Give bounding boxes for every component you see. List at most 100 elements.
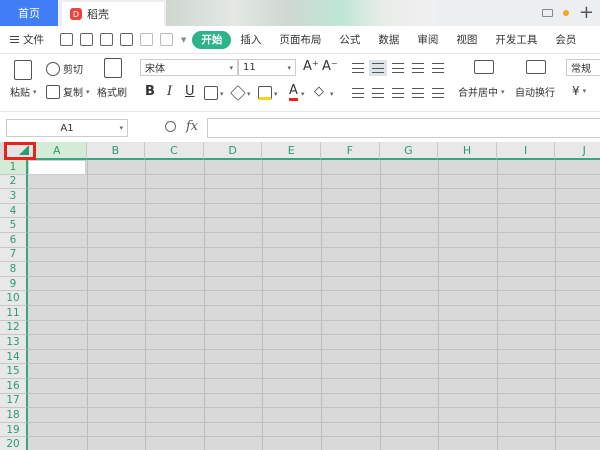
bold-button[interactable]: B (145, 84, 155, 99)
indent-increase-icon[interactable] (432, 63, 444, 73)
italic-button[interactable]: I (167, 84, 172, 99)
column-header-f[interactable]: F (321, 142, 380, 160)
paste-icon[interactable] (14, 60, 32, 80)
column-header-c[interactable]: C (145, 142, 204, 160)
font-color-button[interactable]: A (289, 84, 298, 101)
column-header-b[interactable]: B (86, 142, 146, 160)
column-header-d[interactable]: D (203, 142, 263, 160)
clear-chevron-icon[interactable]: ▾ (330, 90, 334, 98)
distributed-icon[interactable] (432, 88, 444, 98)
format-painter-icon[interactable] (104, 58, 122, 78)
row-header-17[interactable]: 17 (0, 393, 28, 409)
indent-decrease-icon[interactable] (412, 63, 424, 73)
row-header-20[interactable]: 20 (0, 437, 28, 450)
name-box[interactable]: A1 ▾ (6, 119, 128, 137)
align-bottom-icon[interactable] (392, 63, 404, 73)
row-header-18[interactable]: 18 (0, 408, 28, 423)
borders-icon[interactable] (204, 86, 218, 100)
column-header-h[interactable]: H (438, 142, 497, 160)
row-header-19[interactable]: 19 (0, 422, 28, 438)
tab-page-layout[interactable]: 页面布局 (270, 31, 330, 49)
row-header-12[interactable]: 12 (0, 320, 28, 336)
spreadsheet-grid[interactable]: ABCDEFGHIJ 1 2 3 4 5 6 7 8 9 10 11 12 13 14 15 16 17 18 19… (0, 142, 600, 450)
row-header-11[interactable]: 11 (0, 306, 28, 321)
tab-developer[interactable]: 开发工具 (486, 31, 546, 49)
monitor-icon[interactable] (541, 9, 553, 17)
justify-icon[interactable] (412, 88, 424, 98)
tab-start[interactable]: 开始 (192, 30, 232, 49)
column-header-g[interactable]: G (379, 142, 439, 160)
tab-home[interactable]: 首页 (0, 0, 58, 26)
zoom-search-icon[interactable] (165, 121, 176, 132)
row-header-9[interactable]: 9 (0, 276, 28, 292)
font-family-select[interactable]: 宋体 ▾ (140, 59, 238, 76)
row-header-6[interactable]: 6 (0, 233, 28, 248)
row-header-7[interactable]: 7 (0, 247, 28, 263)
tab-member[interactable]: 会员 (546, 31, 585, 49)
copy-label: 复制 (63, 88, 83, 99)
number-format-select[interactable]: 常规 (566, 59, 600, 76)
borders-chevron-icon[interactable]: ▾ (220, 90, 224, 98)
copy-button[interactable]: 复制 ▾ (46, 84, 90, 99)
row-header-8[interactable]: 8 (0, 262, 28, 277)
row-header-4[interactable]: 4 (0, 203, 28, 219)
font-shrink-button[interactable]: A⁻ (322, 59, 338, 74)
row-header-15[interactable]: 15 (0, 364, 28, 379)
tab-view[interactable]: 视图 (447, 31, 486, 49)
row-header-5[interactable]: 5 (0, 218, 28, 233)
tab-docer[interactable]: D 稻壳 (62, 2, 164, 26)
row-header-16[interactable]: 16 (0, 379, 28, 394)
file-menu[interactable]: 文件 (0, 32, 60, 47)
save-icon[interactable] (60, 33, 73, 46)
function-fx-icon[interactable]: fx (186, 119, 198, 134)
fill-color-chevron-icon[interactable]: ▾ (274, 90, 278, 98)
column-header-j[interactable]: J (555, 142, 600, 160)
undo-icon[interactable] (140, 33, 153, 46)
row-header-10[interactable]: 10 (0, 291, 28, 306)
tab-review[interactable]: 审阅 (408, 31, 447, 49)
merge-center-button[interactable]: 合并居中 ▾ (458, 84, 505, 100)
row-header-3[interactable]: 3 (0, 189, 28, 204)
row-header-2[interactable]: 2 (0, 174, 28, 190)
font-size-select[interactable]: 11 ▾ (238, 59, 296, 76)
row-header-13[interactable]: 13 (0, 335, 28, 350)
align-top-icon[interactable] (352, 63, 364, 73)
merge-center-icon[interactable] (474, 60, 494, 74)
wrap-text-button[interactable]: 自动换行 (515, 84, 555, 99)
active-cell-a1[interactable] (28, 160, 86, 175)
align-middle-icon[interactable] (369, 60, 387, 76)
tab-data[interactable]: 数据 (369, 31, 408, 49)
notification-dot-icon[interactable] (562, 10, 569, 16)
align-right-icon[interactable] (392, 88, 404, 98)
column-header-e[interactable]: E (262, 142, 321, 160)
align-center-icon[interactable] (372, 88, 384, 98)
redo-icon[interactable] (160, 33, 173, 46)
cell-style-chevron-icon[interactable]: ▾ (247, 90, 251, 98)
select-all-corner-button[interactable] (4, 142, 36, 160)
formula-input[interactable] (207, 118, 600, 138)
column-header-a[interactable]: A (28, 142, 87, 160)
cell-style-icon[interactable] (230, 85, 246, 101)
clear-format-button[interactable]: ◇ (314, 84, 324, 99)
new-tab-plus-icon[interactable]: + (579, 4, 594, 22)
underline-button[interactable]: U (185, 84, 195, 99)
paste-button[interactable]: 粘贴 ▾ (10, 84, 37, 100)
format-painter-button[interactable]: 格式刷 (97, 84, 127, 99)
print-icon[interactable] (100, 33, 113, 46)
font-color-chevron-icon[interactable]: ▾ (301, 90, 305, 98)
print-preview-icon[interactable] (120, 33, 133, 46)
tab-formulas[interactable]: 公式 (330, 31, 369, 49)
tab-insert[interactable]: 插入 (231, 31, 270, 49)
fill-color-icon[interactable] (258, 86, 272, 100)
export-pdf-icon[interactable] (80, 33, 93, 46)
currency-button[interactable]: ¥ ▾ (572, 84, 586, 98)
qa-more-chevron-icon[interactable]: ▼ (181, 36, 186, 44)
wrap-text-icon[interactable] (526, 60, 546, 74)
paste-label: 粘贴 (10, 88, 30, 99)
column-header-i[interactable]: I (496, 142, 556, 160)
row-header-1[interactable]: 1 (0, 160, 28, 175)
cut-button[interactable]: 剪切 (46, 61, 83, 76)
row-header-14[interactable]: 14 (0, 349, 28, 365)
font-grow-button[interactable]: A⁺ (303, 59, 319, 74)
align-left-icon[interactable] (352, 88, 364, 98)
